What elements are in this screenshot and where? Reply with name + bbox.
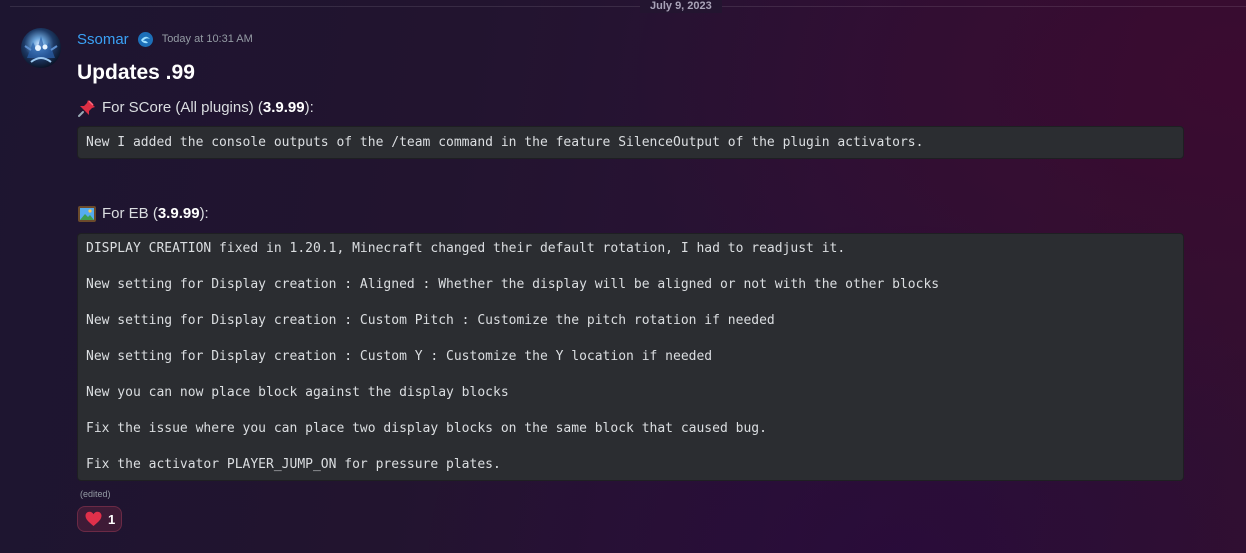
red-heart-icon [85,511,102,527]
date-divider-line [10,6,1246,7]
pushpin-icon [77,98,97,118]
message-timestamp[interactable]: Today at 10:31 AM [162,33,253,45]
date-divider-label: July 9, 2023 [640,0,722,13]
section-heading-score: For SCore (All plugins) (3.9.99): [77,98,314,118]
username[interactable]: Ssomar [77,31,129,48]
message-header: Ssomar Today at 10:31 AM [77,29,253,49]
edited-label: (edited) [80,489,111,499]
section-suffix: ): [304,99,314,116]
code-block-score: New I added the console outputs of the /… [77,126,1184,159]
code-line: New setting for Display creation : Custo… [86,349,713,364]
section-prefix: For SCore (All plugins) ( [102,99,263,116]
reaction-heart-button[interactable]: 1 [77,506,122,532]
avatar[interactable] [21,28,61,68]
section-prefix: For EB ( [102,205,158,222]
section-heading-eb: For EB (3.9.99): [77,204,209,224]
section-suffix: ): [199,205,209,222]
code-line: Fix the issue where you can place two di… [86,421,767,436]
section-version: 3.9.99 [157,205,200,222]
framed-picture-icon [77,204,97,224]
section-version: 3.9.99 [262,99,305,116]
code-line: DISPLAY CREATION fixed in 1.20.1, Minecr… [86,241,846,256]
sparkle-swirl-icon [137,31,154,48]
code-block-eb: DISPLAY CREATION fixed in 1.20.1, Minecr… [77,233,1184,481]
code-line: New setting for Display creation : Custo… [86,313,775,328]
code-line: New you can now place block against the … [86,385,509,400]
message-title: Updates .99 [77,61,195,84]
code-line: New I added the console outputs of the /… [86,135,924,150]
code-line: New setting for Display creation : Align… [86,277,940,292]
code-line: Fix the activator PLAYER_JUMP_ON for pre… [86,457,501,472]
creature-avatar-icon [24,36,58,63]
reaction-count: 1 [108,511,116,527]
